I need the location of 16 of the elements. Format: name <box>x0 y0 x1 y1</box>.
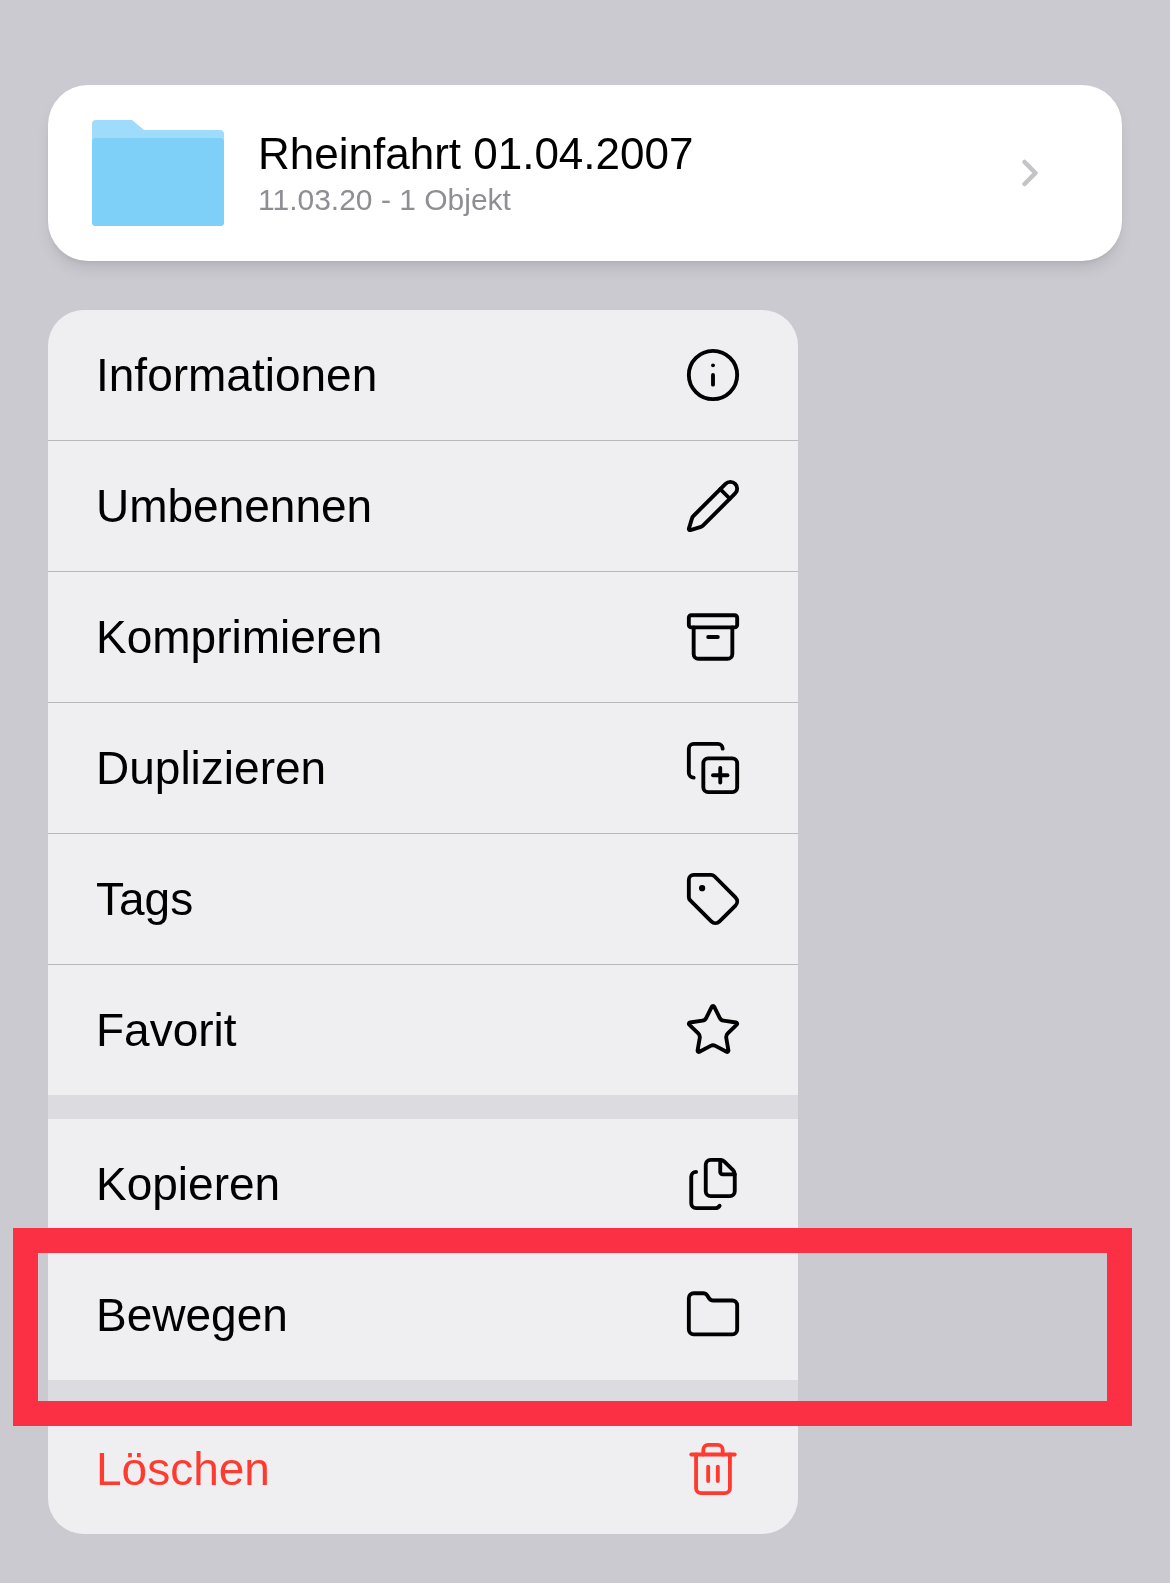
pencil-icon <box>684 477 742 535</box>
folder-details: 11.03.20 - 1 Objekt <box>258 182 512 218</box>
info-icon <box>684 346 742 404</box>
tag-icon <box>684 870 742 928</box>
menu-item[interactable]: Duplizieren <box>48 703 798 833</box>
menu-item[interactable]: Bewegen <box>48 1250 798 1380</box>
file-card[interactable]: Rheinfahrt 01.04.2007 11.03.20 - 1 Objekt <box>48 85 1122 261</box>
duplicate-icon <box>684 739 742 797</box>
folder-icon <box>92 120 224 226</box>
menu-item[interactable]: Umbenennen <box>48 441 798 571</box>
menu-item[interactable]: Informationen <box>48 310 798 440</box>
menu-item[interactable]: Favorit <box>48 965 798 1095</box>
menu-item[interactable]: Tags <box>48 834 798 964</box>
folder-title: Rheinfahrt 01.04.2007 <box>258 128 695 180</box>
menu-item[interactable]: Kopieren <box>48 1119 798 1249</box>
menu-item[interactable]: Komprimieren <box>48 572 798 702</box>
